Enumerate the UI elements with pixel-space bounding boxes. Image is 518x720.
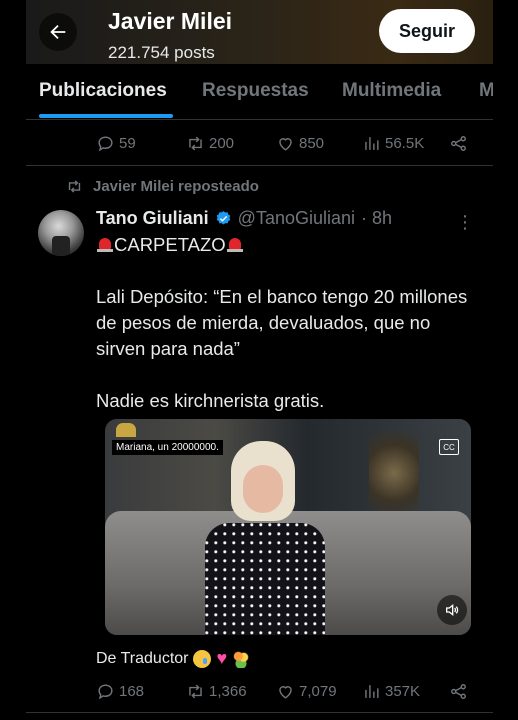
bouquet-emoji-icon bbox=[232, 649, 251, 668]
repost-icon bbox=[189, 684, 202, 699]
video-lamp bbox=[369, 433, 419, 513]
verified-badge-icon bbox=[216, 211, 230, 225]
share-icon bbox=[451, 684, 466, 699]
tab-publicaciones[interactable]: Publicaciones bbox=[39, 80, 167, 102]
reply-button[interactable]: 168 bbox=[96, 682, 144, 701]
views-button[interactable]: 56.5K bbox=[362, 134, 424, 153]
more-options-icon[interactable]: ⋮ bbox=[456, 212, 474, 233]
reply-count: 59 bbox=[119, 135, 136, 152]
views-icon bbox=[365, 137, 379, 150]
views-count: 357K bbox=[385, 683, 421, 700]
credit-text[interactable]: De Traductor bbox=[96, 650, 188, 668]
video-person bbox=[197, 439, 331, 635]
reply-count: 168 bbox=[119, 683, 145, 700]
profile-header: Javier Milei 221.754 posts Seguir bbox=[26, 0, 493, 64]
views-icon bbox=[365, 685, 379, 698]
share-button[interactable] bbox=[449, 134, 468, 153]
closed-captions-icon[interactable]: CC bbox=[439, 439, 459, 455]
back-button[interactable] bbox=[39, 13, 77, 51]
heart-icon bbox=[279, 138, 292, 151]
crying-face-emoji-icon bbox=[193, 649, 212, 668]
author-handle[interactable]: @TanoGiuliani bbox=[238, 208, 355, 229]
police-light-emoji-icon bbox=[226, 235, 244, 253]
reply-button[interactable]: 59 bbox=[96, 134, 136, 153]
video-caption: Mariana, un 20000000. bbox=[112, 440, 223, 455]
repost-count: 200 bbox=[209, 135, 235, 152]
mute-button[interactable] bbox=[437, 595, 467, 625]
post-divider bbox=[26, 712, 493, 713]
tab-more[interactable]: M bbox=[479, 80, 493, 102]
post-author: Tano Giuliani @TanoGiuliani · 8h bbox=[96, 208, 392, 229]
like-count: 7,079 bbox=[299, 683, 337, 700]
active-tab-indicator bbox=[39, 114, 173, 118]
views-button[interactable]: 357K bbox=[362, 682, 420, 701]
post-body-text: Lali Depósito: “En el banco tengo 20 mil… bbox=[96, 286, 468, 359]
person-face bbox=[243, 465, 283, 513]
post-headline: CARPETAZO bbox=[96, 232, 481, 258]
views-count: 56.5K bbox=[385, 135, 425, 152]
channel-logo-icon bbox=[116, 423, 136, 437]
repost-count: 1,366 bbox=[209, 683, 247, 700]
post-body-text-2: Nadie es kirchnerista gratis. bbox=[96, 390, 325, 411]
video-player[interactable]: Mariana, un 20000000. CC bbox=[105, 419, 471, 635]
reply-icon bbox=[98, 136, 113, 152]
two-hearts-emoji-icon: ♥ bbox=[216, 648, 228, 668]
like-button[interactable]: 850 bbox=[276, 134, 324, 153]
prev-post-actions: 59 200 850 56.5K bbox=[96, 134, 466, 158]
like-count: 850 bbox=[299, 135, 325, 152]
headline-text: CARPETAZO bbox=[114, 234, 226, 255]
repost-label: Javier Milei reposteado bbox=[93, 178, 259, 195]
tab-multimedia[interactable]: Multimedia bbox=[342, 80, 441, 102]
police-light-emoji-icon bbox=[96, 235, 114, 253]
repost-button[interactable]: 1,366 bbox=[186, 682, 247, 701]
profile-tabs: Publicaciones Respuestas Multimedia M bbox=[26, 64, 493, 120]
like-button[interactable]: 7,079 bbox=[276, 682, 337, 701]
profile-timeline: Javier Milei 221.754 posts Seguir Public… bbox=[26, 0, 493, 720]
repost-icon bbox=[189, 136, 202, 151]
share-button[interactable] bbox=[449, 682, 468, 701]
post-actions: 168 1,366 7,079 357K bbox=[96, 682, 466, 706]
tab-respuestas[interactable]: Respuestas bbox=[202, 80, 309, 102]
arrow-left-icon bbox=[50, 24, 66, 40]
person-body bbox=[205, 523, 325, 635]
repost-icon bbox=[68, 180, 81, 193]
speaker-muted-icon bbox=[446, 603, 459, 617]
author-name[interactable]: Tano Giuliani bbox=[96, 208, 209, 229]
post-count: 221.754 posts bbox=[108, 43, 215, 62]
video-credit: De Traductor ♥ bbox=[96, 648, 251, 669]
reply-icon bbox=[98, 684, 113, 700]
post-divider bbox=[26, 165, 493, 166]
post-time[interactable]: · 8h bbox=[361, 208, 392, 229]
repost-button[interactable]: 200 bbox=[186, 134, 234, 153]
profile-name: Javier Milei bbox=[108, 8, 233, 34]
repost-indicator[interactable]: Javier Milei reposteado bbox=[66, 178, 259, 195]
heart-icon bbox=[279, 686, 292, 699]
share-icon bbox=[451, 136, 466, 151]
avatar[interactable] bbox=[38, 210, 84, 256]
follow-button[interactable]: Seguir bbox=[379, 9, 475, 53]
